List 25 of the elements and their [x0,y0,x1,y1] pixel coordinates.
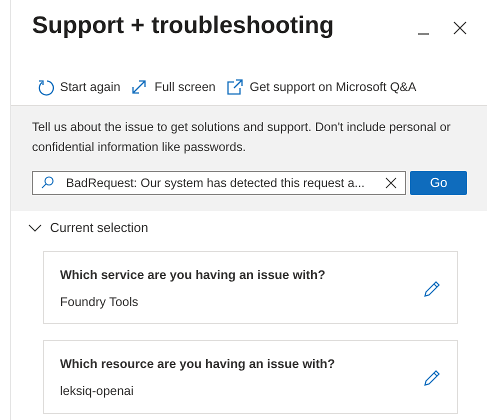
pencil-icon [423,369,441,387]
pencil-icon [423,280,441,298]
clear-button[interactable] [385,174,398,191]
search-field[interactable]: BadRequest: Our system has detected this request a... [32,170,406,195]
answer-text: Foundry Tools [60,294,140,311]
question-text: Which resource are you having an issue with? [60,356,336,374]
go-button[interactable]: Go [410,170,467,195]
question-text: Which service are you having an issue with? [60,266,326,284]
external-link-icon [226,78,244,96]
panel-title: Support + troubleshooting [32,12,334,41]
edit-button[interactable] [423,280,441,298]
close-icon [453,20,467,35]
close-button[interactable] [453,20,467,36]
intro-text: Tell us about the issue to get solutions and support. Don't include personal or confidential information like passwords. [32,118,452,156]
toolbar-button[interactable]: Full screen [130,78,216,97]
edit-button[interactable] [423,369,441,387]
expand-icon [130,78,148,96]
answer-text: leksiq-openai [60,383,135,400]
toolbar-button[interactable]: Get support on Microsoft Q&A [226,78,416,97]
refresh-icon [36,78,54,96]
minimize-icon [418,32,429,34]
search-icon [41,176,54,190]
clear-icon [385,176,398,189]
section-toggle[interactable]: Current selection [28,220,148,235]
toolbar-button[interactable]: Start again [36,78,120,97]
